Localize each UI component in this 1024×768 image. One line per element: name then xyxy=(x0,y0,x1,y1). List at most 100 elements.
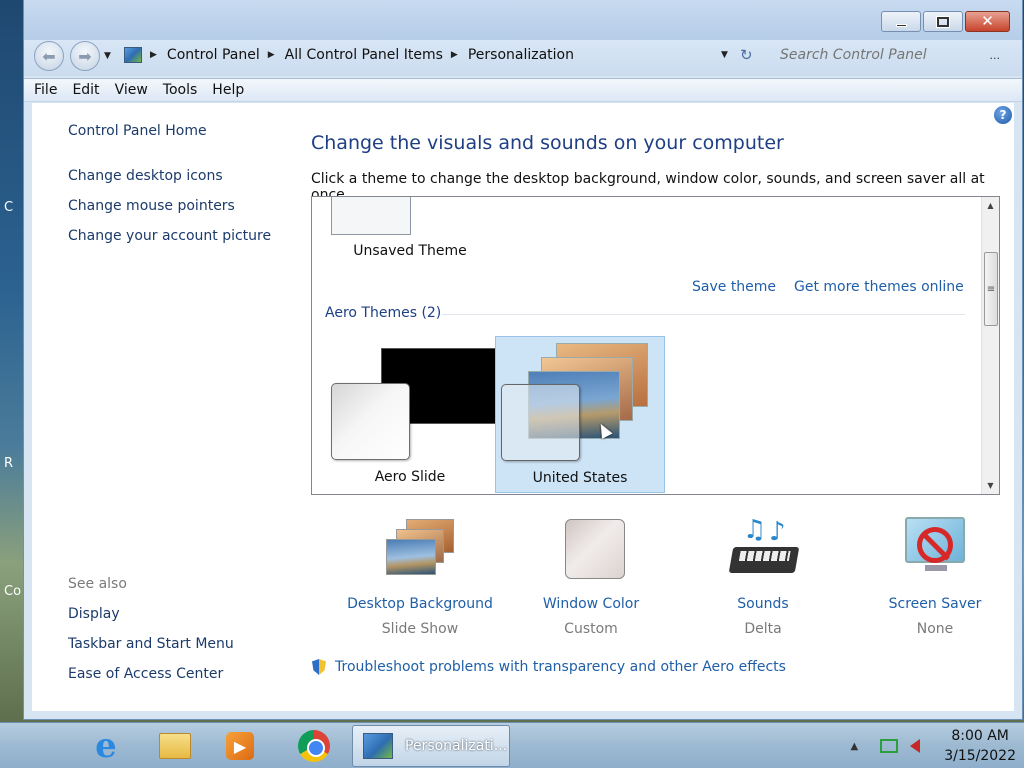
close-button[interactable]: ✕ xyxy=(965,11,1010,32)
address-dropdown-icon[interactable]: ▼ xyxy=(721,50,728,60)
left-pane: Control Panel Home Change desktop icons … xyxy=(32,103,302,711)
personalization-window: ✕ ⬅ ➡ ▼ ▶ Control Panel ▶ All Control Pa… xyxy=(23,0,1023,720)
help-icon[interactable]: ? xyxy=(994,106,1012,124)
control-panel-icon xyxy=(124,47,142,63)
theme-tile-united-states[interactable]: United States xyxy=(495,336,665,493)
search-box: ... xyxy=(770,41,1006,69)
setting-sounds[interactable]: ♫ ♪ Sounds Delta xyxy=(678,517,848,637)
address-row: ⬅ ➡ ▼ ▶ Control Panel ▶ All Control Pane… xyxy=(24,40,1022,76)
setting-value: Custom xyxy=(564,621,618,637)
breadcrumb-arrow-icon[interactable]: ▶ xyxy=(268,50,275,60)
breadcrumb-arrow-icon[interactable]: ▶ xyxy=(451,50,458,60)
task-label: Personalizati... xyxy=(405,738,508,754)
setting-value: Slide Show xyxy=(381,621,459,637)
system-tray: ▲ 8:00 AM 3/15/2022 xyxy=(851,723,1017,768)
personalization-icon xyxy=(363,733,393,759)
shield-icon xyxy=(312,659,326,675)
network-icon[interactable] xyxy=(880,739,899,753)
forward-button[interactable]: ➡ xyxy=(70,41,100,71)
breadcrumb-arrow-icon[interactable]: ▶ xyxy=(150,50,157,60)
setting-label[interactable]: Screen Saver xyxy=(850,596,1020,612)
theme-tile-aero-slide[interactable]: Aero Slide xyxy=(326,336,503,493)
desktop-icon-label[interactable]: R xyxy=(4,456,13,471)
breadcrumb-personalization[interactable]: Personalization xyxy=(468,47,574,63)
unsaved-theme-label[interactable]: Unsaved Theme xyxy=(325,243,495,259)
troubleshoot-link[interactable]: Troubleshoot problems with transparency … xyxy=(335,659,786,675)
setting-desktop-background[interactable]: Desktop Background Slide Show xyxy=(335,517,505,637)
sounds-icon: ♫ ♪ xyxy=(727,517,800,581)
search-more-icon[interactable]: ... xyxy=(990,49,1001,62)
content-area: Control Panel Home Change desktop icons … xyxy=(32,103,1014,711)
forward-arrow-icon: ➡ xyxy=(78,46,92,66)
title-bar[interactable]: ✕ xyxy=(24,0,1022,40)
minimize-icon xyxy=(895,23,907,27)
maximize-button[interactable] xyxy=(923,11,963,32)
scroll-down-icon[interactable]: ▼ xyxy=(982,477,999,494)
themes-scrollbar[interactable]: ▲ ≡ ▼ xyxy=(981,197,999,494)
menu-bar: File Edit View Tools Help xyxy=(24,78,1022,102)
setting-value: Delta xyxy=(744,621,782,637)
change-desktop-icons-link[interactable]: Change desktop icons xyxy=(68,168,223,184)
setting-value: None xyxy=(916,621,954,637)
scroll-thumb[interactable]: ≡ xyxy=(984,252,998,326)
maximize-icon xyxy=(937,16,949,27)
close-icon: ✕ xyxy=(981,12,994,30)
see-also-label: See also xyxy=(68,576,127,592)
get-more-themes-link[interactable]: Get more themes online xyxy=(794,279,964,295)
change-mouse-pointers-link[interactable]: Change mouse pointers xyxy=(68,198,235,214)
window-color-icon xyxy=(555,517,627,581)
refresh-icon[interactable]: ↻ xyxy=(740,46,753,64)
back-arrow-icon: ⬅ xyxy=(42,46,56,66)
setting-window-color[interactable]: Window Color Custom xyxy=(506,517,676,637)
chrome-icon[interactable] xyxy=(294,727,334,765)
aero-themes-group-header: Aero Themes (2) xyxy=(325,305,442,321)
theme-name: United States xyxy=(532,470,628,486)
minimize-button[interactable] xyxy=(881,11,921,32)
theme-name: Aero Slide xyxy=(374,469,446,485)
display-link[interactable]: Display xyxy=(68,606,120,622)
taskbar-personalization-button[interactable]: Personalizati... xyxy=(352,725,510,767)
file-explorer-icon[interactable] xyxy=(155,727,195,765)
group-divider xyxy=(442,314,965,315)
menu-help[interactable]: Help xyxy=(212,82,244,98)
save-theme-link[interactable]: Save theme xyxy=(692,279,776,295)
scroll-up-icon[interactable]: ▲ xyxy=(982,197,999,214)
recent-pages-dropdown-icon[interactable]: ▼ xyxy=(104,51,111,61)
desktop-background-icon xyxy=(384,517,456,581)
setting-label[interactable]: Desktop Background xyxy=(335,596,505,612)
media-player-icon[interactable]: ▶ xyxy=(220,727,260,765)
themes-list: Unsaved Theme Save theme Get more themes… xyxy=(311,196,1000,495)
clock[interactable]: 8:00 AM 3/15/2022 xyxy=(944,726,1016,766)
caption-buttons: ✕ xyxy=(881,11,1010,32)
ease-of-access-link[interactable]: Ease of Access Center xyxy=(68,666,223,682)
setting-label[interactable]: Window Color xyxy=(506,596,676,612)
breadcrumb-all-items[interactable]: All Control Panel Items xyxy=(285,47,443,63)
change-account-picture-link[interactable]: Change your account picture xyxy=(68,228,271,244)
menu-edit[interactable]: Edit xyxy=(72,82,99,98)
volume-muted-icon[interactable] xyxy=(910,739,921,753)
aero-slide-window-preview xyxy=(331,383,410,460)
menu-tools[interactable]: Tools xyxy=(163,82,198,98)
unsaved-theme-thumbnail[interactable] xyxy=(331,197,411,235)
search-input[interactable] xyxy=(780,47,980,63)
address-bar[interactable]: ▶ Control Panel ▶ All Control Panel Item… xyxy=(112,41,752,69)
setting-label[interactable]: Sounds xyxy=(678,596,848,612)
taskbar-start-menu-link[interactable]: Taskbar and Start Menu xyxy=(68,636,234,652)
troubleshoot-row: Troubleshoot problems with transparency … xyxy=(312,659,786,675)
menu-file[interactable]: File xyxy=(34,82,57,98)
internet-explorer-icon[interactable]: e xyxy=(86,726,126,766)
desktop-icon-label[interactable]: C xyxy=(4,200,13,215)
control-panel-home-link[interactable]: Control Panel Home xyxy=(68,123,207,139)
screen-saver-icon xyxy=(899,517,971,581)
back-button[interactable]: ⬅ xyxy=(34,41,64,71)
taskbar: e ▶ Personalizati... ▲ 8:00 AM 3/15/2022 xyxy=(0,722,1024,768)
setting-screen-saver[interactable]: Screen Saver None xyxy=(850,517,1020,637)
desktop-icon-label[interactable]: Co xyxy=(4,584,21,599)
breadcrumb-control-panel[interactable]: Control Panel xyxy=(167,47,260,63)
clock-date: 3/15/2022 xyxy=(944,748,1016,764)
page-title: Change the visuals and sounds on your co… xyxy=(311,132,784,154)
menu-view[interactable]: View xyxy=(115,82,148,98)
us-window-preview xyxy=(501,384,580,461)
show-hidden-icons-icon[interactable]: ▲ xyxy=(851,741,859,752)
clock-time: 8:00 AM xyxy=(951,728,1009,744)
